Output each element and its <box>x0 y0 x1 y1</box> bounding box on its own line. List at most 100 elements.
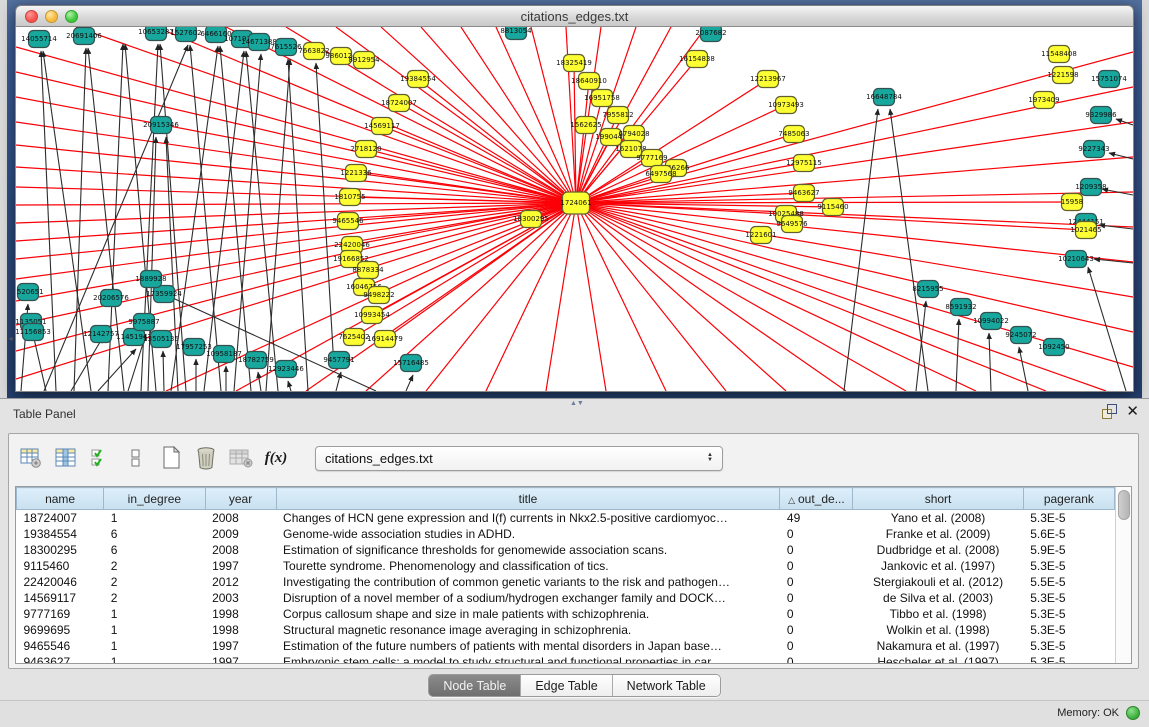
table-row[interactable]: 2242004622012Investigating the contribut… <box>17 574 1115 590</box>
table-cell[interactable]: 49 <box>780 510 853 527</box>
table-cell[interactable]: Investigating the contribution of common… <box>276 574 780 590</box>
citation-edge-black[interactable] <box>163 351 164 391</box>
table-cell[interactable]: Franke et al. (2009) <box>853 526 1023 542</box>
table-cell[interactable]: Embryonic stem cells: a model to study s… <box>276 654 780 664</box>
table-cell[interactable]: Structural magnetic resonance image aver… <box>276 622 780 638</box>
citation-edge-black[interactable] <box>41 51 56 391</box>
table-cell[interactable]: Tibbo et al. (1998) <box>853 606 1023 622</box>
citation-edge-black[interactable] <box>246 51 278 391</box>
table-cell[interactable]: 5.3E-5 <box>1023 622 1114 638</box>
table-cell[interactable]: Disruption of a novel member of a sodium… <box>276 590 780 606</box>
table-cell[interactable]: 18724007 <box>17 510 104 527</box>
table-cell[interactable]: 9699695 <box>17 622 104 638</box>
table-row[interactable]: 969969511998Structural magnetic resonanc… <box>17 622 1115 638</box>
table-cell[interactable]: 1 <box>104 654 205 664</box>
table-cell[interactable]: Hescheler et al. (1997) <box>853 654 1023 664</box>
table-cell[interactable]: 0 <box>780 542 853 558</box>
memory-status-indicator[interactable] <box>1126 706 1140 720</box>
table-cell[interactable]: Wolkin et al. (1998) <box>853 622 1023 638</box>
table-cell[interactable]: 5.6E-5 <box>1023 526 1114 542</box>
citation-edge-black[interactable] <box>288 381 291 391</box>
column-header-pagerank[interactable]: pagerank <box>1023 488 1114 510</box>
table-cell[interactable]: Jankovic et al. (1997) <box>853 558 1023 574</box>
table-cell[interactable]: 5.3E-5 <box>1023 510 1114 527</box>
column-header-short[interactable]: short <box>853 488 1023 510</box>
citation-edge-red[interactable] <box>576 203 666 391</box>
citation-edge-black[interactable] <box>33 334 46 391</box>
citation-edge-black[interactable] <box>406 375 413 391</box>
table-cell[interactable]: 2008 <box>205 542 276 558</box>
table-cell[interactable]: 18300295 <box>17 542 104 558</box>
table-cell[interactable]: 2012 <box>205 574 276 590</box>
citation-edge-black[interactable] <box>258 372 261 391</box>
table-cell[interactable]: 2009 <box>205 526 276 542</box>
table-scrollbar[interactable] <box>1115 487 1131 663</box>
citation-edge-black[interactable] <box>1019 347 1028 391</box>
table-cell[interactable]: Genome-wide association studies in ADHD. <box>276 526 780 542</box>
table-cell[interactable]: 5.5E-5 <box>1023 574 1114 590</box>
table-cell[interactable]: 5.3E-5 <box>1023 590 1114 606</box>
table-selector-dropdown[interactable]: citations_edges.txt ▲▼ <box>315 446 723 471</box>
citation-edge-red[interactable] <box>16 203 576 241</box>
table-cell[interactable]: Stergiakouli et al. (2012) <box>853 574 1023 590</box>
table-cell[interactable]: Yano et al. (2008) <box>853 510 1023 527</box>
column-header-name[interactable]: name <box>17 488 104 510</box>
citation-edge-red[interactable] <box>16 203 576 259</box>
table-cell[interactable]: 0 <box>780 574 853 590</box>
close-panel-icon[interactable]: ✕ <box>1126 404 1139 419</box>
table-cell[interactable]: 9465546 <box>17 638 104 654</box>
citation-edge-black[interactable] <box>266 59 290 391</box>
table-cell[interactable]: 2 <box>104 558 205 574</box>
table-cell[interactable]: Tourette syndrome. Phenomenology and cla… <box>276 558 780 574</box>
table-cell[interactable]: 2 <box>104 574 205 590</box>
table-cell[interactable]: 0 <box>780 526 853 542</box>
citation-edge-red[interactable] <box>16 203 576 301</box>
column-header-in-degree[interactable]: in_degree <box>104 488 205 510</box>
table-cell[interactable]: 6 <box>104 542 205 558</box>
select-all-columns-icon[interactable] <box>89 446 113 470</box>
side-panel-collapse-handle[interactable]: ◂ <box>7 332 14 346</box>
citation-edge-red[interactable] <box>576 203 1133 332</box>
table-cell[interactable]: 0 <box>780 654 853 664</box>
citation-edge-red[interactable] <box>16 203 576 205</box>
table-cell[interactable]: 2008 <box>205 510 276 527</box>
table-row[interactable]: 1872400712008Changes of HCN gene express… <box>17 510 1115 527</box>
network-window-titlebar[interactable]: citations_edges.txt <box>15 5 1134 27</box>
table-cell[interactable]: 1997 <box>205 654 276 664</box>
table-cell[interactable]: 2003 <box>205 590 276 606</box>
tab-network-table[interactable]: Network Table <box>613 675 720 696</box>
citation-edge-black[interactable] <box>288 59 308 391</box>
citation-edge-red[interactable] <box>576 203 1133 227</box>
table-cell[interactable]: 0 <box>780 622 853 638</box>
table-row[interactable]: 911546021997Tourette syndrome. Phenomeno… <box>17 558 1115 574</box>
table-cell[interactable]: 9115460 <box>17 558 104 574</box>
tab-edge-table[interactable]: Edge Table <box>521 675 612 696</box>
table-cell[interactable]: 1 <box>104 638 205 654</box>
show-columns-icon[interactable] <box>54 446 78 470</box>
citation-edge-black[interactable] <box>844 109 878 391</box>
table-cell[interactable]: 22420046 <box>17 574 104 590</box>
table-cell[interactable]: 1998 <box>205 606 276 622</box>
table-cell[interactable]: 1 <box>104 606 205 622</box>
unselect-all-columns-icon[interactable] <box>124 446 148 470</box>
citation-edge-red[interactable] <box>576 192 1133 203</box>
citation-edge-red[interactable] <box>16 203 576 379</box>
table-cell[interactable]: Estimation of significance thresholds fo… <box>276 542 780 558</box>
citation-edge-red[interactable] <box>576 203 1046 391</box>
table-cell[interactable]: de Silva et al. (2003) <box>853 590 1023 606</box>
table-cell[interactable]: 1997 <box>205 558 276 574</box>
citation-edge-black[interactable] <box>989 333 991 391</box>
table-cell[interactable]: 9777169 <box>17 606 104 622</box>
table-row[interactable]: 977716911998Corpus callosum shape and si… <box>17 606 1115 622</box>
table-cell[interactable]: 0 <box>780 558 853 574</box>
table-cell[interactable]: Estimation of the future numbers of pati… <box>276 638 780 654</box>
column-header-year[interactable]: year <box>205 488 276 510</box>
table-cell[interactable]: 5.9E-5 <box>1023 542 1114 558</box>
citation-edge-red[interactable] <box>421 27 576 203</box>
citation-edge-red[interactable] <box>576 203 606 391</box>
table-row[interactable]: 946362711997Embryonic stem cells: a mode… <box>17 654 1115 664</box>
citation-edge-red[interactable] <box>16 203 576 223</box>
column-header-title[interactable]: title <box>276 488 780 510</box>
table-cell[interactable]: 5.3E-5 <box>1023 558 1114 574</box>
table-row[interactable]: 1456911722003Disruption of a novel membe… <box>17 590 1115 606</box>
